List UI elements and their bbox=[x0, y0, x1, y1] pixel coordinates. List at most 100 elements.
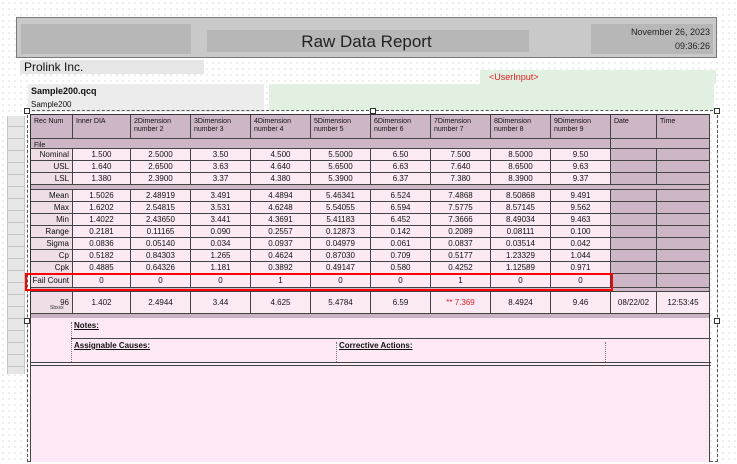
spec-row-cell[interactable]: 5.3900 bbox=[311, 173, 371, 185]
spec-row-cell[interactable]: 2.3900 bbox=[131, 173, 191, 185]
stat-row-cell[interactable]: 0.5182 bbox=[73, 250, 131, 262]
stat-row-cell[interactable]: 4.6248 bbox=[251, 202, 311, 214]
stat-row-cell[interactable]: 6.594 bbox=[371, 202, 431, 214]
stat-row-cell[interactable]: 1.5026 bbox=[73, 190, 131, 202]
stat-row-cell[interactable]: 4.4894 bbox=[251, 190, 311, 202]
stat-row-cell[interactable]: 5.41183 bbox=[311, 214, 371, 226]
spec-row-cell[interactable]: 2.5000 bbox=[131, 149, 191, 161]
stat-row-cell[interactable]: 0.2089 bbox=[431, 226, 491, 238]
data-time-cell[interactable]: 12:53:45 bbox=[657, 292, 710, 314]
report-header-band[interactable]: Raw Data Report November 26, 2023 09:36:… bbox=[16, 17, 717, 58]
stat-row-cell[interactable]: 8.57145 bbox=[491, 202, 551, 214]
stat-row-cell[interactable]: 2.54815 bbox=[131, 202, 191, 214]
data-value-cell[interactable]: 6.59 bbox=[371, 292, 431, 314]
spec-row-cell[interactable]: 2.6500 bbox=[131, 161, 191, 173]
sample-name[interactable]: Sample200 bbox=[31, 100, 71, 109]
data-value-cell[interactable]: 8.4924 bbox=[491, 292, 551, 314]
stat-row-cell[interactable]: 0.5177 bbox=[431, 250, 491, 262]
stat-row-cell[interactable]: 6.524 bbox=[371, 190, 431, 202]
spec-row-cell[interactable]: 3.37 bbox=[191, 173, 251, 185]
stat-row-cell[interactable]: 3.491 bbox=[191, 190, 251, 202]
data-value-cell[interactable]: 1.402 bbox=[73, 292, 131, 314]
spec-row-cell[interactable]: 3.50 bbox=[191, 149, 251, 161]
stat-row-cell[interactable]: 0.03514 bbox=[491, 238, 551, 250]
stat-row-cell[interactable]: 9.562 bbox=[551, 202, 611, 214]
spec-row-cell[interactable]: 5.6500 bbox=[311, 161, 371, 173]
data-value-cell[interactable]: 9.46 bbox=[551, 292, 611, 314]
resize-handle[interactable] bbox=[714, 108, 720, 114]
spec-row-cell[interactable]: 7.380 bbox=[431, 173, 491, 185]
data-date-cell[interactable]: 08/22/02 bbox=[611, 292, 657, 314]
spec-row-cell[interactable]: 7.500 bbox=[431, 149, 491, 161]
stat-row-cell[interactable]: 8.50868 bbox=[491, 190, 551, 202]
stat-row-cell[interactable]: 0.042 bbox=[551, 238, 611, 250]
spec-row-cell[interactable]: 4.380 bbox=[251, 173, 311, 185]
stat-row-cell[interactable]: 0.4624 bbox=[251, 250, 311, 262]
spec-row-cell[interactable]: 4.640 bbox=[251, 161, 311, 173]
stat-row-cell[interactable]: 0.0837 bbox=[431, 238, 491, 250]
stat-row-cell[interactable]: 9.463 bbox=[551, 214, 611, 226]
spec-row-cell[interactable]: 6.37 bbox=[371, 173, 431, 185]
stat-row-cell[interactable]: 1.6202 bbox=[73, 202, 131, 214]
stat-row-cell[interactable]: 1.23329 bbox=[491, 250, 551, 262]
notes-section[interactable]: Notes: Assignable Causes: Corrective Act… bbox=[30, 318, 711, 462]
data-value-cell[interactable]: 5.4784 bbox=[311, 292, 371, 314]
stat-row-cell[interactable]: 1.4022 bbox=[73, 214, 131, 226]
stat-row-cell[interactable]: 9.491 bbox=[551, 190, 611, 202]
stat-row-cell[interactable]: 7.5775 bbox=[431, 202, 491, 214]
stat-row-cell[interactable]: 0.87030 bbox=[311, 250, 371, 262]
spec-row-cell[interactable]: 7.640 bbox=[431, 161, 491, 173]
stat-row-cell[interactable]: 0.100 bbox=[551, 226, 611, 238]
user-input-field[interactable]: <UserInput> bbox=[489, 72, 539, 82]
stat-row-cell[interactable]: 0.04979 bbox=[311, 238, 371, 250]
data-value-cell[interactable]: 3.44 bbox=[191, 292, 251, 314]
stat-row-cell[interactable]: 0.061 bbox=[371, 238, 431, 250]
stat-row-cell[interactable]: 0.142 bbox=[371, 226, 431, 238]
spec-row-cell[interactable]: 3.63 bbox=[191, 161, 251, 173]
stat-row-cell[interactable]: 0.05140 bbox=[131, 238, 191, 250]
data-value-cell[interactable]: ** 7.369 bbox=[431, 292, 491, 314]
spec-row-cell[interactable]: 9.50 bbox=[551, 149, 611, 161]
stat-row-cell[interactable]: 0.090 bbox=[191, 226, 251, 238]
spec-row-cell[interactable]: 1.640 bbox=[73, 161, 131, 173]
stat-row-cell[interactable]: 2.48919 bbox=[131, 190, 191, 202]
stat-row-cell[interactable]: 0.0836 bbox=[73, 238, 131, 250]
file-name[interactable]: Sample200.qcq bbox=[31, 86, 97, 96]
resize-handle[interactable] bbox=[714, 318, 720, 324]
stat-row-cell[interactable]: 3.441 bbox=[191, 214, 251, 226]
stat-row-cell[interactable]: 1.044 bbox=[551, 250, 611, 262]
spec-row-cell[interactable]: 1.380 bbox=[73, 173, 131, 185]
spec-row-cell[interactable]: 4.500 bbox=[251, 149, 311, 161]
spec-row-cell[interactable]: 8.3900 bbox=[491, 173, 551, 185]
stat-row-cell[interactable]: 7.3666 bbox=[431, 214, 491, 226]
spec-row-cell[interactable]: 6.50 bbox=[371, 149, 431, 161]
company-name[interactable]: Prolink Inc. bbox=[24, 60, 83, 74]
stat-row-cell[interactable]: 1.265 bbox=[191, 250, 251, 262]
stat-row-cell[interactable]: 0.0937 bbox=[251, 238, 311, 250]
stat-row-cell[interactable]: 6.452 bbox=[371, 214, 431, 226]
spec-row-cell[interactable]: 5.5000 bbox=[311, 149, 371, 161]
stat-row-cell[interactable]: 5.54055 bbox=[311, 202, 371, 214]
stat-row-cell[interactable]: 4.3691 bbox=[251, 214, 311, 226]
stat-row-cell[interactable]: 5.46341 bbox=[311, 190, 371, 202]
data-value-cell[interactable]: 4.625 bbox=[251, 292, 311, 314]
spec-row-cell[interactable]: 1.500 bbox=[73, 149, 131, 161]
stat-row-cell[interactable]: 0.034 bbox=[191, 238, 251, 250]
stat-row-cell[interactable]: 3.531 bbox=[191, 202, 251, 214]
stat-row-cell[interactable]: 7.4868 bbox=[431, 190, 491, 202]
spec-row-cell[interactable]: 8.5000 bbox=[491, 149, 551, 161]
spec-row-cell[interactable]: 6.63 bbox=[371, 161, 431, 173]
stat-row-cell[interactable]: 0.11165 bbox=[131, 226, 191, 238]
data-value-cell[interactable]: 2.4944 bbox=[131, 292, 191, 314]
spec-row-cell[interactable]: 8.6500 bbox=[491, 161, 551, 173]
stat-row-cell[interactable]: 0.709 bbox=[371, 250, 431, 262]
stat-row-cell[interactable]: 0.84303 bbox=[131, 250, 191, 262]
spec-row-cell[interactable]: 9.63 bbox=[551, 161, 611, 173]
stat-row-cell[interactable]: 2.43650 bbox=[131, 214, 191, 226]
stat-row-cell[interactable]: 0.08111 bbox=[491, 226, 551, 238]
stat-row-cell[interactable]: 8.49034 bbox=[491, 214, 551, 226]
spec-row-cell[interactable]: 9.37 bbox=[551, 173, 611, 185]
stat-row-cell[interactable]: 0.12873 bbox=[311, 226, 371, 238]
stat-row-cell[interactable]: 0.2557 bbox=[251, 226, 311, 238]
stat-row-cell[interactable]: 0.2181 bbox=[73, 226, 131, 238]
